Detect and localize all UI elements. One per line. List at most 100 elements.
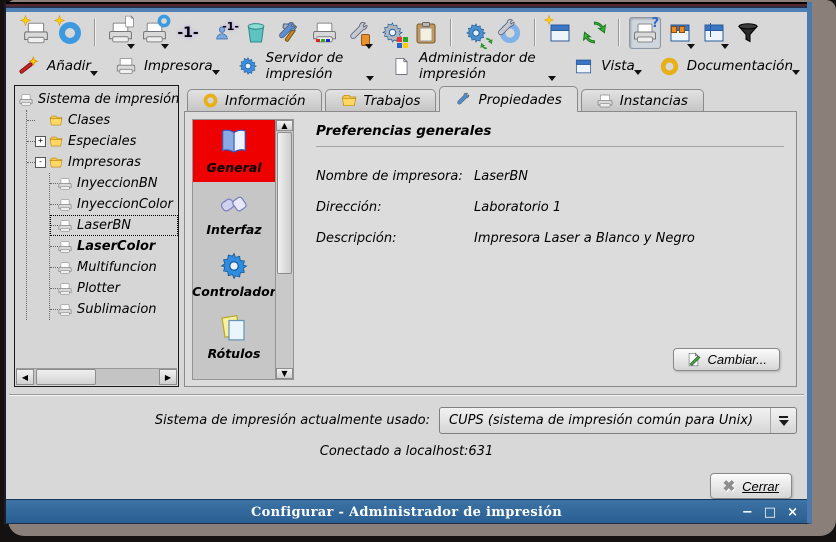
print-test-page-icon[interactable] <box>105 18 135 48</box>
print-system-combobox[interactable]: CUPS (sistema de impresión común para Un… <box>439 407 797 434</box>
minimize-button[interactable]: − <box>742 505 753 520</box>
tree-item-inyeccionbn[interactable]: InyeccionBN <box>50 173 178 194</box>
tree-item-sublimacion[interactable]: Sublimacion <box>50 299 178 320</box>
add-class-wizard-icon[interactable] <box>55 18 85 48</box>
driver-settings-icon[interactable] <box>377 18 407 48</box>
combobox-arrow-icon[interactable] <box>770 408 796 433</box>
scroll-left-button[interactable]: ◀ <box>16 369 34 385</box>
tab-bar: Información Trabajos Propiedades Instanc… <box>184 85 797 111</box>
configuration-wizard-icon[interactable] <box>545 18 575 48</box>
tab-informacion[interactable]: Información <box>187 89 322 111</box>
remove-printer-trash-icon[interactable] <box>241 18 271 48</box>
printer-detail-section: Información Trabajos Propiedades Instanc… <box>184 85 797 387</box>
document-icon <box>392 57 411 76</box>
tree-item-laserbn[interactable]: LaserBN <box>50 215 178 236</box>
window-title: Configurar - Administrador de impresión <box>6 505 807 520</box>
modify-printer-tools-icon[interactable] <box>275 18 305 48</box>
field-descripcion: Descripción: Impresora Laser a Blanco y … <box>316 231 784 246</box>
tab-instancias[interactable]: Instancias <box>581 89 704 111</box>
category-controlador[interactable]: Controlador <box>193 244 275 306</box>
scrollbar-thumb[interactable] <box>36 369 96 385</box>
window-icon <box>574 57 593 76</box>
category-vertical-scrollbar[interactable]: ▲ ▼ <box>275 119 294 380</box>
printer-information-toggle-icon[interactable]: ? <box>629 17 661 49</box>
folder-icon <box>49 156 63 170</box>
propiedades-panel: General Interfaz Controlador <box>184 111 797 387</box>
job-viewer-clipboard-icon[interactable] <box>411 18 441 48</box>
collapse-icon[interactable]: - <box>35 157 46 168</box>
close-row: ✖ Cerrar <box>6 473 807 499</box>
printer-icon <box>58 177 72 191</box>
tree-item-multifuncion[interactable]: Multifuncion <box>50 257 178 278</box>
scroll-down-button[interactable]: ▼ <box>276 368 293 379</box>
restart-server-icon[interactable] <box>461 18 491 48</box>
screenshot-root: -1- -1- <box>0 0 836 542</box>
set-user-default-icon[interactable]: -1- <box>207 18 237 48</box>
tree-item-especiales[interactable]: + Especiales <box>27 131 178 152</box>
printer-icon <box>19 93 33 107</box>
edit-document-icon <box>686 352 701 367</box>
printer-configuration-icon[interactable] <box>139 18 169 48</box>
tab-propiedades[interactable]: Propiedades <box>439 86 577 112</box>
details-view-icon[interactable] <box>699 18 729 48</box>
gear-icon <box>218 251 250 281</box>
general-preferences-pane: Preferencias generales Nombre de impreso… <box>294 119 790 380</box>
window-titlebar[interactable]: Configurar - Administrador de impresión … <box>6 499 807 524</box>
menu-impresora[interactable]: Impresora <box>116 56 221 76</box>
tree-item-clases[interactable]: Clases <box>27 110 178 131</box>
printer-icon <box>58 198 72 212</box>
close-button[interactable]: × <box>787 505 798 520</box>
scrollbar-thumb[interactable] <box>277 132 292 274</box>
category-general[interactable]: General <box>193 120 275 182</box>
folder-icon <box>49 114 63 128</box>
window-top-border <box>6 2 807 12</box>
set-local-default-icon[interactable]: -1- <box>173 18 203 48</box>
cerrar-button[interactable]: ✖ Cerrar <box>710 473 792 499</box>
printer-icon <box>58 303 72 317</box>
category-rotulos[interactable]: Rótulos <box>193 306 275 368</box>
help-ring-icon <box>660 57 679 76</box>
printer-tree-panel: Sistema de impresión Clases + Especiales <box>14 85 179 387</box>
toolbar-separator <box>94 19 96 46</box>
wand-icon <box>18 56 39 77</box>
add-printer-wizard-icon[interactable] <box>21 18 51 48</box>
print-system-row: Sistema de impresión actualmente usado: … <box>6 407 807 434</box>
menu-anadir[interactable]: Añadir <box>18 56 99 77</box>
tree-item-impresoras[interactable]: - Impresoras <box>27 152 178 173</box>
configure-server-icon[interactable] <box>495 18 525 48</box>
pane-header: Preferencias generales <box>316 123 784 147</box>
category-interfaz[interactable]: Interfaz <box>193 182 275 244</box>
menu-administrador-impresion[interactable]: Administrador de impresión <box>392 50 557 82</box>
book-icon <box>217 127 251 157</box>
tree-item-plotter[interactable]: Plotter <box>50 278 178 299</box>
printer-icon <box>116 56 136 76</box>
test-printer-icon[interactable] <box>309 18 339 48</box>
menu-vista[interactable]: Vista <box>574 57 643 76</box>
pages-icon <box>218 313 250 343</box>
close-x-icon: ✖ <box>723 477 736 495</box>
field-direccion: Dirección: Laboratorio 1 <box>316 200 784 215</box>
tree-item-lasercolor[interactable]: LaserColor <box>50 236 178 257</box>
expand-icon[interactable]: + <box>35 136 46 147</box>
category-listbox: General Interfaz Controlador <box>192 119 294 380</box>
scroll-up-button[interactable]: ▲ <box>276 120 293 131</box>
printer-icon <box>58 282 72 296</box>
toolbar-separator <box>618 19 620 46</box>
scroll-right-button[interactable]: ▶ <box>159 369 177 385</box>
menu-documentacion[interactable]: Documentación <box>660 57 801 76</box>
main-toolbar: -1- -1- <box>6 12 807 51</box>
tree-root-sistema[interactable]: Sistema de impresión <box>19 89 178 110</box>
printer-tools-icon[interactable] <box>343 18 373 48</box>
print-system-label: Sistema de impresión actualmente usado: <box>155 413 430 428</box>
refresh-view-icon[interactable] <box>579 18 609 48</box>
orientation-view-icon[interactable] <box>665 18 695 48</box>
menu-servidor-impresion[interactable]: Servidor de impresión <box>238 50 375 82</box>
filter-funnel-icon[interactable] <box>733 18 763 48</box>
maximize-button[interactable]: □ <box>764 505 776 520</box>
tab-trabajos[interactable]: Trabajos <box>325 89 437 111</box>
printer-icon <box>58 261 72 275</box>
cambiar-button[interactable]: Cambiar... <box>673 348 780 371</box>
tree-horizontal-scrollbar[interactable]: ◀ ▶ <box>16 368 177 385</box>
category-list: General Interfaz Controlador <box>192 119 275 380</box>
tree-item-inyeccioncolor[interactable]: InyeccionColor <box>50 194 178 215</box>
